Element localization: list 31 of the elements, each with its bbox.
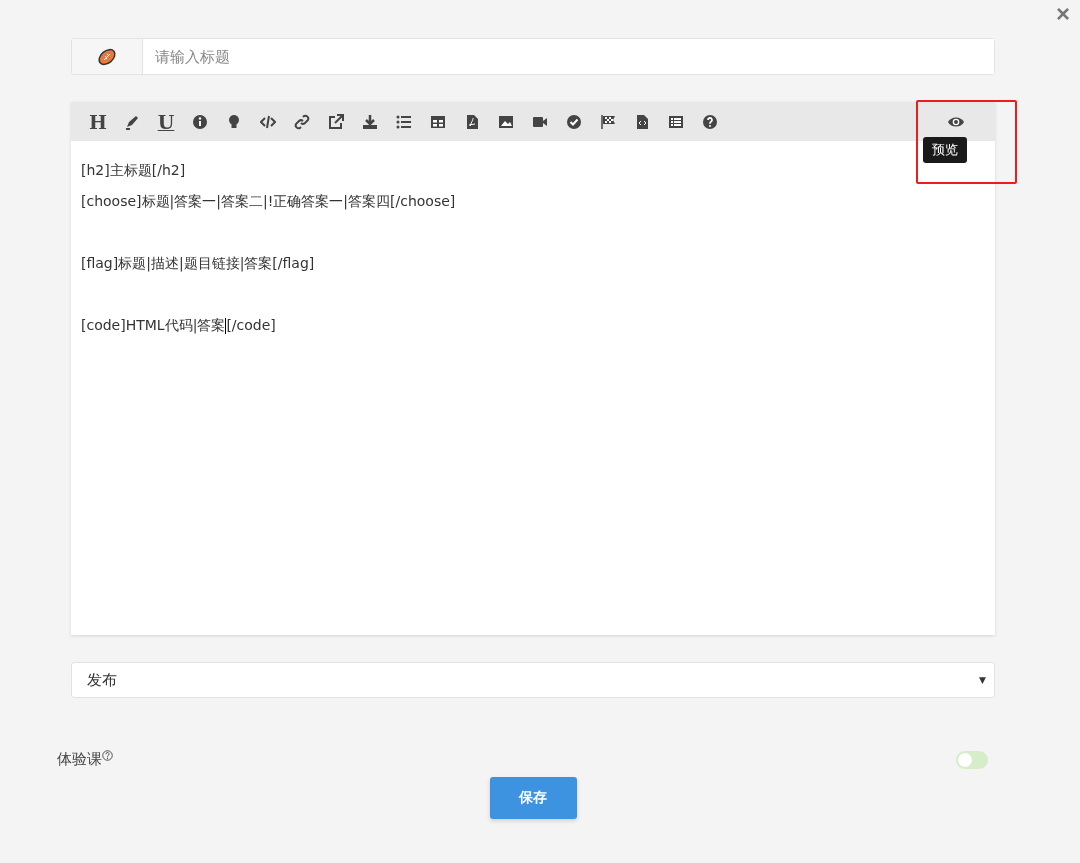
football-icon — [97, 46, 117, 67]
check-circle-icon — [566, 113, 582, 130]
help-icon — [102, 750, 113, 761]
list-icon — [396, 113, 412, 130]
help-icon — [702, 113, 718, 130]
toggle-switch[interactable] — [956, 750, 988, 769]
info-icon — [192, 113, 208, 130]
code-file-icon — [634, 113, 650, 130]
trial-label: 体验课 — [57, 750, 102, 769]
editor-line: [flag]标题|描述|题目链接|答案[/flag] — [81, 254, 316, 274]
status-select[interactable]: 发布 ▼ — [71, 662, 995, 698]
image-icon — [498, 113, 514, 130]
list-box-icon — [668, 113, 684, 130]
editor-line: [code]HTML代码|答案[/code] — [81, 316, 277, 336]
table-icon — [430, 113, 446, 130]
link-icon — [294, 113, 310, 130]
title-field[interactable]: 请输入标题 — [71, 38, 995, 75]
toolbar-button[interactable]: H — [81, 106, 115, 137]
download-icon — [362, 113, 378, 130]
marker-icon — [124, 113, 140, 130]
close-button[interactable]: × — [1052, 0, 1074, 28]
checkered-flag-icon — [600, 113, 616, 130]
tooltip: 预览 — [923, 137, 967, 163]
external-link-icon — [328, 113, 344, 130]
editor-line: [h2]主标题[/h2] — [81, 161, 187, 180]
code-icon — [260, 113, 276, 130]
lightbulb-icon — [226, 113, 242, 130]
pdf-file-icon — [464, 113, 480, 130]
dropdown-arrow: ▼ — [979, 675, 986, 685]
toolbar-button[interactable]: U — [149, 106, 183, 137]
editor-line: [choose]标题|答案一|答案二|!正确答案一|答案四[/choose] — [81, 192, 457, 212]
